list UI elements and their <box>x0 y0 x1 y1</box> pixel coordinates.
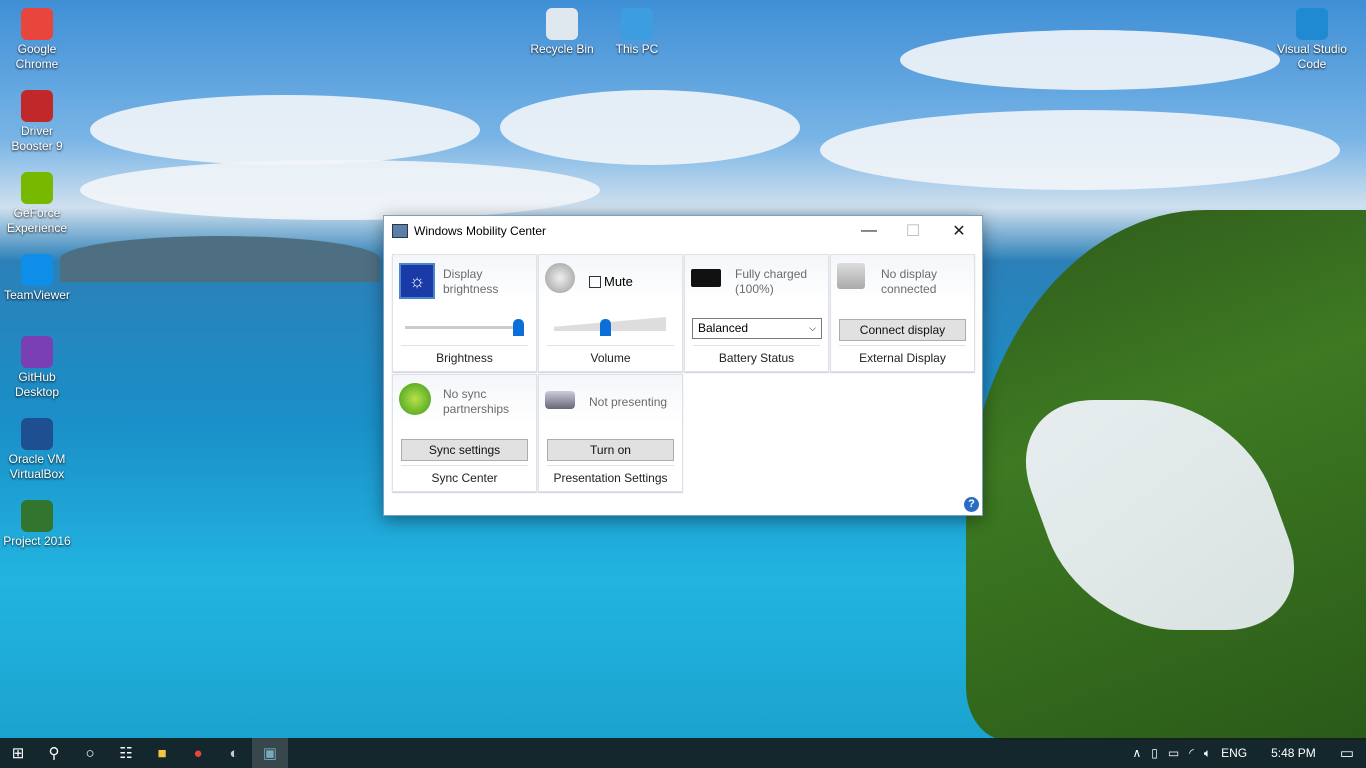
driver-booster-9-icon <box>21 90 53 122</box>
volume-label: Volume <box>547 345 674 371</box>
power-plan-value: Balanced <box>698 321 749 335</box>
desktop-icon[interactable]: Visual Studio Code <box>1275 8 1349 72</box>
desktop-icon[interactable]: TeamViewer <box>0 254 74 303</box>
cloud <box>500 90 800 165</box>
minimize-button[interactable]: — <box>846 216 892 246</box>
desktop-icon-label: Oracle VM VirtualBox <box>8 452 66 481</box>
external-display-tile: No display connected Connect display Ext… <box>830 254 975 372</box>
brightness-slider-thumb[interactable] <box>513 319 524 336</box>
desktop-icon-label: Recycle Bin <box>530 42 594 56</box>
desktop-icon-label: Google Chrome <box>15 42 59 71</box>
cortana-icon[interactable]: ○ <box>72 738 108 768</box>
background-hill <box>60 236 380 282</box>
mute-label: Mute <box>604 274 633 289</box>
start-windows-icon[interactable]: ⊞ <box>0 738 36 768</box>
chevron-down-icon: ⌵ <box>809 323 816 333</box>
clock[interactable]: 5:48 PM <box>1271 746 1316 760</box>
mute-checkbox[interactable]: Mute <box>589 274 633 289</box>
chrome-taskbar-icon[interactable]: ● <box>180 738 216 768</box>
battery-icon <box>691 269 721 287</box>
cloud <box>80 160 600 220</box>
cloud <box>90 95 480 165</box>
mobility-center-window: Windows Mobility Center — ☐ ✕ ☼ Display … <box>383 215 983 516</box>
show-hidden-icons-icon[interactable]: ∧ <box>1132 746 1141 760</box>
wifi-icon[interactable]: ◜ <box>1189 746 1194 760</box>
file-explorer-icon[interactable]: ■ <box>144 738 180 768</box>
sync-settings-button[interactable]: Sync settings <box>401 439 528 461</box>
teamviewer-icon <box>21 254 53 286</box>
recycle-bin-icon <box>546 8 578 40</box>
volume-slider-thumb[interactable] <box>600 319 611 336</box>
desktop-icon-label: This PC <box>615 42 659 56</box>
battery-tile: Fully charged (100%) Balanced ⌵ Battery … <box>684 254 829 372</box>
desktop-icon[interactable]: GitHub Desktop <box>0 336 74 400</box>
desktop-icon-label: GeForce Experience <box>6 206 68 235</box>
desktop-icon-label: Project 2016 <box>3 534 71 548</box>
window-title: Windows Mobility Center <box>414 224 547 238</box>
sync-text: No sync partnerships <box>443 387 510 416</box>
brightness-slider[interactable] <box>405 326 523 329</box>
project-2016-icon <box>21 500 53 532</box>
mobility-center-taskbar-icon[interactable]: ▣ <box>252 738 288 768</box>
taskbar: ⊞ ⚲ ○ ☷ ■ ● ◐ ▣ ∧ ▯ ▭ ◜ 🔈︎ ENG 5:48 PM ▭ <box>0 738 1366 768</box>
sync-center-label: Sync Center <box>401 465 528 491</box>
desktop-icon[interactable]: Google Chrome <box>0 8 74 72</box>
this-pc-icon <box>621 8 653 40</box>
external-display-label: External Display <box>839 345 966 371</box>
speaker-icon[interactable] <box>545 263 575 293</box>
geforce-experience-icon <box>21 172 53 204</box>
visual-studio-code-icon <box>1296 8 1328 40</box>
projector-icon[interactable] <box>545 391 575 409</box>
sync-icon[interactable] <box>399 383 431 415</box>
task-view-icon[interactable]: ☷ <box>108 738 144 768</box>
paint-taskbar-icon[interactable]: ◐ <box>216 738 252 768</box>
desktop-icon[interactable]: Oracle VM VirtualBox <box>0 418 74 482</box>
desktop-icon[interactable]: Project 2016 <box>0 500 74 549</box>
desktop-icon-label: Driver Booster 9 <box>11 124 63 153</box>
google-chrome-icon <box>21 8 53 40</box>
mute-checkbox-box[interactable] <box>589 275 601 288</box>
help-icon[interactable]: ? <box>964 497 979 512</box>
brightness-tile: ☼ Display brightness Brightness <box>392 254 537 372</box>
search-icon[interactable]: ⚲ <box>36 738 72 768</box>
maximize-button[interactable]: ☐ <box>890 216 936 246</box>
cloud <box>820 110 1340 190</box>
desktop-icon[interactable]: Recycle Bin <box>525 8 599 57</box>
github-desktop-icon <box>21 336 53 368</box>
desktop-icon[interactable]: This PC <box>600 8 674 57</box>
brightness-icon[interactable]: ☼ <box>399 263 435 299</box>
desktop-icon[interactable]: Driver Booster 9 <box>0 90 74 154</box>
cloud <box>900 30 1280 90</box>
brightness-text: Display brightness <box>443 267 499 296</box>
battery-text: Fully charged (100%) <box>735 267 808 296</box>
display-text: No display connected <box>881 267 938 296</box>
presentation-settings-label: Presentation Settings <box>547 465 674 491</box>
desktop-icon-label: GitHub Desktop <box>14 370 60 399</box>
presentation-tile: Not presenting Turn on Presentation Sett… <box>538 374 683 492</box>
connect-display-button[interactable]: Connect display <box>839 319 966 341</box>
sync-center-tile: No sync partnerships Sync settings Sync … <box>392 374 537 492</box>
presentation-text: Not presenting <box>589 395 668 409</box>
monitor-icon <box>837 263 865 289</box>
mobility-center-icon <box>392 224 408 238</box>
power-plan-select[interactable]: Balanced ⌵ <box>692 318 822 339</box>
oracle-vm-virtualbox-icon <box>21 418 53 450</box>
desktop-icon[interactable]: GeForce Experience <box>0 172 74 236</box>
language-indicator[interactable]: ENG <box>1221 746 1247 760</box>
volume-tile: Mute Volume <box>538 254 683 372</box>
desktop-icon-label: TeamViewer <box>4 288 70 302</box>
battery-status-label: Battery Status <box>693 345 820 371</box>
close-button[interactable]: ✕ <box>936 216 982 246</box>
battery-tray-icon[interactable]: ▭ <box>1168 746 1179 760</box>
device-icon[interactable]: ▯ <box>1151 746 1158 760</box>
action-center-icon[interactable]: ▭ <box>1340 744 1354 762</box>
system-tray: ∧ ▯ ▭ ◜ 🔈︎ ENG 5:48 PM ▭ <box>1132 738 1366 768</box>
volume-tray-icon[interactable]: 🔈︎ <box>1204 746 1211 761</box>
desktop-icon-label: Visual Studio Code <box>1277 42 1347 71</box>
turn-on-button[interactable]: Turn on <box>547 439 674 461</box>
brightness-label: Brightness <box>401 345 528 371</box>
